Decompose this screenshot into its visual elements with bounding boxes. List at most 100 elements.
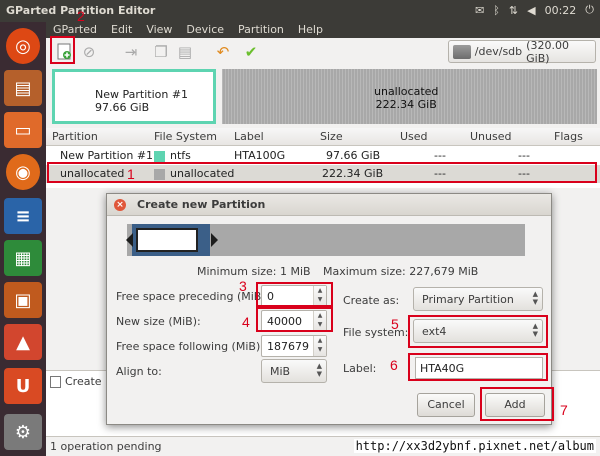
- annotation-number-7: 7: [560, 402, 568, 418]
- copy-icon[interactable]: ❐: [150, 41, 172, 63]
- free-after-value: 187679: [267, 340, 309, 353]
- menu-view[interactable]: View: [139, 22, 179, 38]
- resizer-partition[interactable]: [132, 224, 210, 256]
- resize-left-handle-icon[interactable]: [126, 233, 133, 247]
- annotation-number-5: 5: [391, 316, 399, 332]
- free-after-spinner[interactable]: 187679 ▲ ▼: [261, 335, 327, 357]
- software-center-icon[interactable]: ▲: [4, 324, 42, 360]
- device-size: (320.00 GiB): [526, 38, 569, 65]
- col-label[interactable]: Label: [234, 130, 264, 143]
- close-icon[interactable]: ×: [114, 199, 126, 211]
- clock[interactable]: 00:22: [545, 4, 577, 17]
- menu-device[interactable]: Device: [179, 22, 231, 38]
- menu-partition[interactable]: Partition: [231, 22, 291, 38]
- row-used: ---: [434, 149, 446, 162]
- map-unallocated-size: 222.34 GiB: [375, 98, 437, 111]
- max-size-text: Maximum size: 227,679 MiB: [323, 265, 479, 278]
- col-filesystem[interactable]: File System: [154, 130, 217, 143]
- annotation-number-6: 6: [390, 357, 398, 373]
- chevron-updown-icon: ▲ ▼: [532, 290, 538, 306]
- col-size[interactable]: Size: [320, 130, 343, 143]
- annotation-number-2: 2: [77, 8, 85, 24]
- annotation-number-3: 3: [239, 278, 247, 294]
- row-fs: ntfs: [170, 149, 191, 162]
- fs-color-swatch: [154, 151, 165, 162]
- firefox-icon[interactable]: ◉: [6, 154, 40, 190]
- col-partition[interactable]: Partition: [52, 130, 98, 143]
- row-unused: ---: [518, 149, 530, 162]
- new-size-label: New size (MiB):: [116, 315, 201, 328]
- annotation-box-2: [50, 36, 75, 64]
- status-bar: 1 operation pending http://xx3d2ybnf.pix…: [46, 436, 600, 456]
- annotation-box-7: [480, 387, 554, 421]
- annotation-box-6: [408, 353, 548, 381]
- align-select[interactable]: MiB ▲ ▼: [261, 359, 327, 383]
- label-label: Label:: [343, 362, 377, 375]
- annotation-box-4: [256, 307, 333, 332]
- min-size-text: Minimum size: 1 MiB: [197, 265, 311, 278]
- col-used[interactable]: Used: [400, 130, 428, 143]
- disk-icon: [453, 44, 471, 59]
- map-partition-1-size: 97.66 GiB: [95, 101, 150, 114]
- create-as-label: Create as:: [343, 294, 400, 307]
- menu-help[interactable]: Help: [291, 22, 330, 38]
- calc-icon[interactable]: ▦: [4, 240, 42, 276]
- dash-home-icon[interactable]: ◎: [6, 28, 40, 64]
- table-header: Partition File System Label Size Used Un…: [46, 128, 600, 146]
- resizer-partition-body: [136, 228, 198, 252]
- cancel-button[interactable]: Cancel: [417, 393, 475, 417]
- free-after-label: Free space following (MiB):: [116, 340, 264, 353]
- status-text: 1 operation pending: [50, 440, 162, 453]
- annotation-box-5: [408, 315, 548, 348]
- map-unallocated-name: unallocated: [374, 85, 439, 98]
- apply-icon[interactable]: ✔: [240, 41, 262, 63]
- row-label: HTA100G: [234, 149, 286, 162]
- settings-icon[interactable]: ⚙: [4, 414, 42, 450]
- toolbar: ⊘ ⇥ ❐ ▤ ↶ ✔ /dev/sdb (320.00 GiB): [46, 38, 600, 66]
- installer-icon[interactable]: ▤: [4, 70, 42, 106]
- annotation-box-3: [256, 282, 333, 307]
- map-partition-1[interactable]: New Partition #1 97.66 GiB: [52, 69, 216, 124]
- row-size: 97.66 GiB: [326, 149, 381, 162]
- power-icon[interactable]: ⏻: [585, 3, 594, 17]
- list-item[interactable]: Create I: [50, 375, 108, 388]
- top-panel: GParted Partition Editor ✉ ᛒ ⇅ ◀ 00:22 ⏻: [0, 0, 600, 22]
- menu-edit[interactable]: Edit: [104, 22, 139, 38]
- partition-map: New Partition #1 97.66 GiB unallocated 2…: [46, 66, 600, 128]
- device-select[interactable]: /dev/sdb (320.00 GiB): [448, 38, 596, 65]
- paste-icon[interactable]: ▤: [174, 41, 196, 63]
- create-as-value: Primary Partition: [422, 293, 514, 306]
- ubuntu-one-icon[interactable]: U: [4, 368, 42, 404]
- partition-resizer[interactable]: [126, 224, 525, 256]
- row-partition: New Partition #1: [60, 149, 154, 162]
- align-value: MiB: [270, 365, 291, 378]
- align-label: Align to:: [116, 365, 162, 378]
- col-unused[interactable]: Unused: [470, 130, 511, 143]
- system-tray: ✉ ᛒ ⇅ ◀ 00:22 ⏻: [475, 3, 594, 17]
- writer-icon[interactable]: ≡: [4, 198, 42, 234]
- map-partition-1-name: New Partition #1: [95, 88, 189, 101]
- device-name: /dev/sdb: [474, 45, 523, 58]
- col-flags[interactable]: Flags: [554, 130, 583, 143]
- impress-icon[interactable]: ▣: [4, 282, 42, 318]
- mail-icon[interactable]: ✉: [475, 4, 484, 17]
- launcher: ◎ ▤ ▭ ◉ ≡ ▦ ▣ ▲ U ⚙: [0, 22, 46, 456]
- resize-right-handle-icon[interactable]: [211, 233, 218, 247]
- create-as-select[interactable]: Primary Partition ▲ ▼: [413, 287, 543, 311]
- annotation-number-1: 1: [127, 166, 135, 182]
- chevron-updown-icon: ▲ ▼: [316, 362, 322, 378]
- files-icon[interactable]: ▭: [4, 112, 42, 148]
- bluetooth-icon[interactable]: ᛒ: [493, 4, 500, 17]
- operation-label: Create I: [65, 375, 109, 388]
- volume-icon[interactable]: ◀: [527, 4, 535, 17]
- new-partition-icon: [50, 375, 61, 388]
- undo-icon[interactable]: ↶: [212, 41, 234, 63]
- spinner-arrows-icon[interactable]: ▲ ▼: [313, 336, 326, 356]
- network-icon[interactable]: ⇅: [509, 4, 518, 17]
- annotation-number-4: 4: [242, 314, 250, 330]
- delete-icon[interactable]: ⊘: [78, 41, 100, 63]
- watermark-url: http://xx3d2ybnf.pixnet.net/album: [353, 439, 596, 453]
- dialog-titlebar: × Create new Partition: [107, 194, 551, 216]
- resize-move-icon[interactable]: ⇥: [120, 41, 142, 63]
- map-unallocated[interactable]: unallocated 222.34 GiB: [222, 69, 597, 124]
